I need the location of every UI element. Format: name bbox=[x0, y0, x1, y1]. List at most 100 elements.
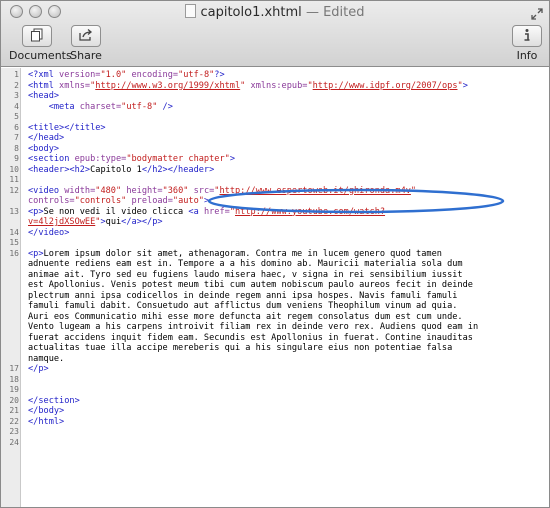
code-text: <p>Lorem ipsum dolor sit amet, athenagor… bbox=[28, 249, 442, 260]
code-text: </p> bbox=[28, 364, 49, 375]
line-number: 18 bbox=[9, 374, 19, 384]
code-token: ?> bbox=[214, 70, 225, 80]
share-label: Share bbox=[70, 49, 102, 62]
documents-icon bbox=[30, 27, 44, 46]
code-line[interactable]: 16 <p>Lorem ipsum dolor sit amet, athenag… bbox=[1, 249, 549, 260]
code-line[interactable]: 13 <p>Se non vedi il video clicca <a href… bbox=[1, 207, 549, 218]
line-number: 23 bbox=[9, 427, 19, 436]
code-text: fuerat accidens inquit fidem eam. Secund… bbox=[28, 333, 473, 344]
code-url[interactable]: v=4l2jdXSOwEE bbox=[28, 217, 95, 227]
code-text: </body> bbox=[28, 406, 64, 417]
code-line[interactable]: 1 <?xml version="1.0" encoding="utf-8"?> bbox=[1, 70, 549, 81]
window-title: capitolo1.xhtml — Edited bbox=[1, 4, 549, 20]
code-line[interactable]: 18 bbox=[1, 375, 549, 386]
code-token: href= bbox=[203, 206, 230, 217]
fullscreen-icon[interactable] bbox=[531, 5, 543, 20]
code-line[interactable]: 2 <html xmlns="http://www.w3.org/1999/xht… bbox=[1, 81, 549, 92]
code-token: Se non vedi il video clicca bbox=[43, 206, 189, 217]
code-line[interactable]: Vento lugeam a his carpens introivit fil… bbox=[1, 322, 549, 333]
line-number: 13 bbox=[9, 206, 19, 216]
code-token: > bbox=[229, 154, 235, 164]
code-token: "1.0" bbox=[100, 70, 127, 80]
code-line[interactable]: 7 </head> bbox=[1, 133, 549, 144]
code-line[interactable]: adnuente rediens eam est in. Tempore a a… bbox=[1, 259, 549, 270]
code-token: plectrum anni ipsa codicellos in deinde … bbox=[28, 290, 458, 301]
code-token: <video bbox=[28, 185, 65, 196]
code-line[interactable]: 22 </html> bbox=[1, 417, 549, 428]
code-line[interactable]: 11 bbox=[1, 175, 549, 186]
code-text: </head> bbox=[28, 133, 64, 144]
code-line[interactable]: 12 <video width="480" height="360" src= "h… bbox=[1, 186, 549, 197]
code-line[interactable]: v=4l2jdXSOwEE">qui</a></p> bbox=[1, 217, 549, 228]
code-text: controls="controls" preload="auto"> bbox=[28, 196, 209, 207]
line-number: 15 bbox=[9, 238, 19, 247]
code-line[interactable]: 20 </section> bbox=[1, 396, 549, 407]
code-text: <title></title> bbox=[28, 123, 106, 134]
code-line[interactable]: 4 <meta charset="utf-8" /> bbox=[1, 102, 549, 113]
code-line[interactable]: plectrum anni ipsa codicellos in deinde … bbox=[1, 291, 549, 302]
code-text: <video width="480" height="360" src= "htt… bbox=[28, 186, 416, 197]
code-line[interactable]: 21 </body> bbox=[1, 406, 549, 417]
code-text: plectrum anni ipsa codicellos in deinde … bbox=[28, 291, 457, 302]
code-line[interactable]: famuli famuli dabit. Consuetudo aut affl… bbox=[1, 301, 549, 312]
code-text: namque. bbox=[28, 354, 64, 365]
file-name: capitolo1.xhtml bbox=[200, 5, 302, 20]
code-line[interactable]: 9 <section epub:type="bodymatter chapter"… bbox=[1, 154, 549, 165]
code-line[interactable]: 3 <head> bbox=[1, 91, 549, 102]
code-line[interactable]: animae ait. Tyro sed eu fugiens laudo mi… bbox=[1, 270, 549, 281]
code-url[interactable]: http://www.w3.org/1999/xhtml bbox=[95, 81, 240, 91]
line-number: 8 bbox=[14, 143, 19, 153]
line-number: 20 bbox=[9, 395, 19, 405]
code-token: <a bbox=[188, 206, 204, 217]
code-text: <meta charset="utf-8" /> bbox=[28, 102, 173, 113]
code-url[interactable]: http://www.idpf.org/2007/ops bbox=[313, 81, 458, 91]
line-number: 17 bbox=[9, 364, 19, 373]
code-token: width= bbox=[64, 185, 96, 196]
line-number: 16 bbox=[9, 248, 19, 258]
code-token: Lorem ipsum dolor sit amet, athenagoram.… bbox=[43, 248, 442, 259]
code-token: "360" bbox=[162, 185, 189, 196]
code-token: <p> bbox=[28, 206, 44, 217]
code-token: </body> bbox=[28, 406, 65, 416]
code-line[interactable]: Auri eos Communicatio mihi esse more def… bbox=[1, 312, 549, 323]
code-line[interactable]: namque. bbox=[1, 354, 549, 365]
code-token: " bbox=[410, 185, 417, 196]
line-number: 4 bbox=[14, 101, 19, 111]
code-line[interactable]: fuerat accidens inquit fidem eam. Secund… bbox=[1, 333, 549, 344]
code-line[interactable]: est Apollonius. Venis potest meum tibi c… bbox=[1, 280, 549, 291]
code-url[interactable]: http://www.espertoweb.it/ghironda.m4v bbox=[219, 186, 410, 196]
code-token: <title></title> bbox=[28, 122, 106, 133]
code-line[interactable]: 17 </p> bbox=[1, 364, 549, 375]
code-line[interactable]: 10 <header><h2>Capitolo 1</h2></header> bbox=[1, 165, 549, 176]
documents-label: Documents bbox=[9, 49, 72, 62]
code-token: "utf-8" bbox=[121, 101, 158, 112]
code-line[interactable]: 24 bbox=[1, 438, 549, 449]
code-url[interactable]: http://www.youtube.com/watch? bbox=[235, 207, 385, 217]
share-button[interactable] bbox=[71, 25, 101, 47]
title-separator: — bbox=[305, 5, 319, 20]
line-number: 22 bbox=[9, 416, 19, 426]
code-text: </section> bbox=[28, 396, 80, 407]
code-token: namque. bbox=[28, 353, 65, 364]
code-editor[interactable]: 1 <?xml version="1.0" encoding="utf-8"?> 2… bbox=[1, 68, 549, 507]
line-number: 1 bbox=[14, 70, 19, 79]
code-text: Vento lugeam a his carpens introivit fil… bbox=[28, 322, 478, 333]
code-line[interactable]: 6 <title></title> bbox=[1, 123, 549, 134]
code-line[interactable]: controls="controls" preload="auto"> bbox=[1, 196, 549, 207]
code-line[interactable]: 14 </video> bbox=[1, 228, 549, 239]
code-line[interactable]: 23 bbox=[1, 427, 549, 438]
code-line[interactable]: actualitas tuae illa accipe mereberis qu… bbox=[1, 343, 549, 354]
code-line[interactable]: 8 <body> bbox=[1, 144, 549, 155]
code-line[interactable]: 5 bbox=[1, 112, 549, 123]
line-number: 19 bbox=[9, 385, 19, 394]
documents-button[interactable] bbox=[22, 25, 52, 47]
code-line[interactable]: 15 bbox=[1, 238, 549, 249]
info-button[interactable] bbox=[512, 25, 542, 47]
code-line[interactable]: 19 bbox=[1, 385, 549, 396]
code-token: est Apollonius. Venis potest meum tibi c… bbox=[28, 280, 473, 290]
line-number: 12 bbox=[9, 185, 19, 195]
code-token: </p> bbox=[28, 364, 49, 374]
info-label: Info bbox=[516, 49, 538, 62]
line-number: 2 bbox=[14, 80, 19, 90]
code-token: <body> bbox=[28, 143, 60, 154]
